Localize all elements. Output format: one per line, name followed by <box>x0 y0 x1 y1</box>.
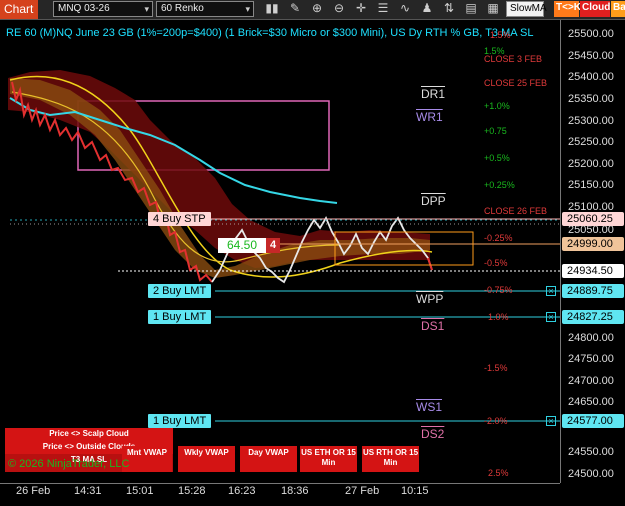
copyright-text: © 2026 NinjaTrader, LLC <box>8 458 130 470</box>
time-tick: 10:15 <box>401 485 429 497</box>
mnt-vwap-button[interactable]: Mnt VWAP <box>122 446 172 472</box>
tc-toggle-button[interactable]: T<>K <box>554 1 581 17</box>
cancel-order-icon[interactable]: × <box>546 312 556 322</box>
indicators-icon[interactable]: ∿ <box>397 1 413 17</box>
ds2-label: DS2 <box>421 427 445 441</box>
buy-lmt-order-1a[interactable]: 1 Buy LMT <box>148 310 212 324</box>
ds1-label: DS1 <box>421 319 445 333</box>
instrument-label: MNQ 03-26 <box>58 3 110 14</box>
buy-lmt-1b-price-badge: 24577.00 <box>562 414 624 428</box>
zoom-out-icon[interactable]: ⊖ <box>331 1 347 17</box>
bars-type-icon[interactable]: ▮▮ <box>264 1 280 17</box>
position-pnl[interactable]: 64.50 <box>218 238 266 253</box>
properties-icon[interactable]: ☰ <box>375 1 391 17</box>
bars-toggle-button[interactable]: Bars <box>611 1 625 17</box>
chart-trader-icon[interactable]: ⇅ <box>441 1 457 17</box>
pct-label: CLOSE 25 FEB <box>484 78 548 88</box>
time-tick: 27 Feb <box>345 485 380 497</box>
time-tick: 14:31 <box>74 485 102 497</box>
price-tick: 25400.00 <box>568 71 614 83</box>
price-tick: 24550.00 <box>568 446 614 458</box>
position-price-badge: 24999.00 <box>562 237 624 251</box>
last-price-badge: 24934.50 <box>562 264 624 278</box>
cloud-toggle-button[interactable]: Cloud <box>580 1 610 17</box>
pct-label: -0.5% <box>484 258 508 268</box>
buy-stp-price-badge: 25060.25 <box>562 212 624 226</box>
price-tick: 24650.00 <box>568 396 614 408</box>
scalp-cloud-button[interactable]: Price <> Scalp Cloud <box>5 428 173 441</box>
us-eth-or-button[interactable]: US ETH OR 15 Min <box>300 446 357 472</box>
pct-label: -2.0% <box>484 416 508 426</box>
us-rth-or-button[interactable]: US RTH OR 15 Min <box>362 446 419 472</box>
indicator-select[interactable]: SlowMA <box>506 1 547 17</box>
chart-tab[interactable]: Chart <box>0 0 38 19</box>
chart-title: RE 60 (M)NQ June 23 GB (1%=200p=$400) (1… <box>6 27 534 39</box>
pct-label: 1.0% <box>488 312 509 322</box>
data-box-icon[interactable]: ▦ <box>485 1 501 17</box>
time-tick: 18:36 <box>281 485 309 497</box>
buy-lmt-2-price-badge: 24889.75 <box>562 284 624 298</box>
price-tick: 24700.00 <box>568 375 614 387</box>
pct-label: CLOSE 26 FEB <box>484 206 548 216</box>
instrument-selector[interactable]: MNQ 03-26 ▾ <box>53 1 153 17</box>
pct-label: +1.0% <box>484 101 510 111</box>
time-tick: 15:01 <box>126 485 154 497</box>
buy-stp-order[interactable]: 4 Buy STP <box>148 212 211 226</box>
buy-lmt-order-1b[interactable]: 1 Buy LMT <box>148 414 212 428</box>
buy-lmt-order-2[interactable]: 2 Buy LMT <box>148 284 212 298</box>
chevron-down-icon: ▾ <box>245 4 250 14</box>
pct-label: +0.5% <box>484 153 510 163</box>
strategies-icon[interactable]: ♟ <box>419 1 435 17</box>
pct-label: +0.25% <box>484 180 515 190</box>
pct-label: -1.5% <box>484 363 508 373</box>
price-tick: 25150.00 <box>568 179 614 191</box>
price-tick: 25350.00 <box>568 93 614 105</box>
wpp-label: WPP <box>416 292 444 306</box>
price-tick: 25300.00 <box>568 115 614 127</box>
crosshair-icon[interactable]: ✛ <box>353 1 369 17</box>
price-tick: 25250.00 <box>568 136 614 148</box>
price-tick: 25500.00 <box>568 28 614 40</box>
period-label: 60 Renko <box>161 3 204 14</box>
price-tick: 25200.00 <box>568 158 614 170</box>
dpp-label: DPP <box>421 194 446 208</box>
price-tick: 24800.00 <box>568 332 614 344</box>
ws1-label: WS1 <box>416 400 443 414</box>
price-tick: 25450.00 <box>568 50 614 62</box>
period-selector[interactable]: 60 Renko ▾ <box>156 1 254 17</box>
time-tick: 15:28 <box>178 485 206 497</box>
zoom-in-icon[interactable]: ⊕ <box>309 1 325 17</box>
cancel-order-icon[interactable]: × <box>546 416 556 426</box>
cancel-order-icon[interactable]: × <box>546 286 556 296</box>
pct-label: CLOSE 3 FEB <box>484 54 543 64</box>
price-chart[interactable] <box>0 20 560 483</box>
pct-label: -0.75% <box>484 285 513 295</box>
buy-lmt-1a-price-badge: 24827.25 <box>562 310 624 324</box>
chevron-down-icon: ▾ <box>144 4 149 14</box>
pct-label: 2.5% <box>488 468 509 478</box>
wkly-vwap-button[interactable]: Wkly VWAP <box>178 446 235 472</box>
pct-label: +0.75 <box>484 126 507 136</box>
day-vwap-button[interactable]: Day VWAP <box>240 446 297 472</box>
position-quantity[interactable]: 4 <box>266 238 280 253</box>
pct-label: 1.5% <box>490 30 511 40</box>
chart-toolbar: Chart MNQ 03-26 ▾ 60 Renko ▾ ▮▮ ✎ ⊕ ⊖ ✛ … <box>0 0 625 20</box>
pct-label: -0.25% <box>484 233 513 243</box>
price-tick: 24750.00 <box>568 353 614 365</box>
time-tick: 26 Feb <box>16 485 51 497</box>
price-tick: 24500.00 <box>568 468 614 480</box>
wr1-label: WR1 <box>416 110 443 124</box>
templates-icon[interactable]: ▤ <box>463 1 479 17</box>
pencil-icon[interactable]: ✎ <box>287 1 303 17</box>
time-tick: 16:23 <box>228 485 256 497</box>
dr1-label: DR1 <box>421 87 446 101</box>
